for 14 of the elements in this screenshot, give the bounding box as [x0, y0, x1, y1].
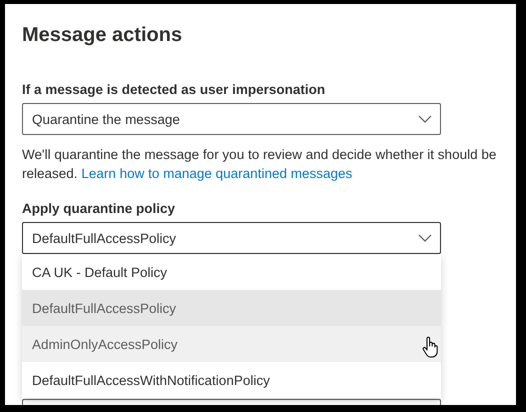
dropdown-option[interactable]: CA UK - Default Policy [22, 254, 441, 290]
section-title: Message actions [22, 24, 182, 47]
dropdown-option[interactable]: DefaultFullAccessPolicy [22, 290, 441, 326]
hand-cursor-icon [422, 336, 438, 358]
description-text: We'll quarantine the message for you to review and decide whether it should be released. Learn how to manage quarantined messages [22, 146, 498, 183]
dropdown-option[interactable]: DefaultFullAccessWithNotificationPolicy [22, 362, 441, 398]
dropdown-option[interactable]: AdminOnlyAccessPolicy [22, 326, 441, 362]
field-label: If a message is detected as user impersonation [22, 82, 326, 97]
learn-more-link[interactable]: Learn how to manage quarantined messages [81, 166, 352, 181]
action-dropdown[interactable]: Quarantine the message [22, 103, 441, 135]
chevron-down-icon [418, 234, 432, 242]
policy-dropdown[interactable]: DefaultFullAccessPolicy [22, 222, 441, 254]
field-label: Apply quarantine policy [22, 201, 176, 216]
chevron-down-icon [418, 115, 432, 123]
